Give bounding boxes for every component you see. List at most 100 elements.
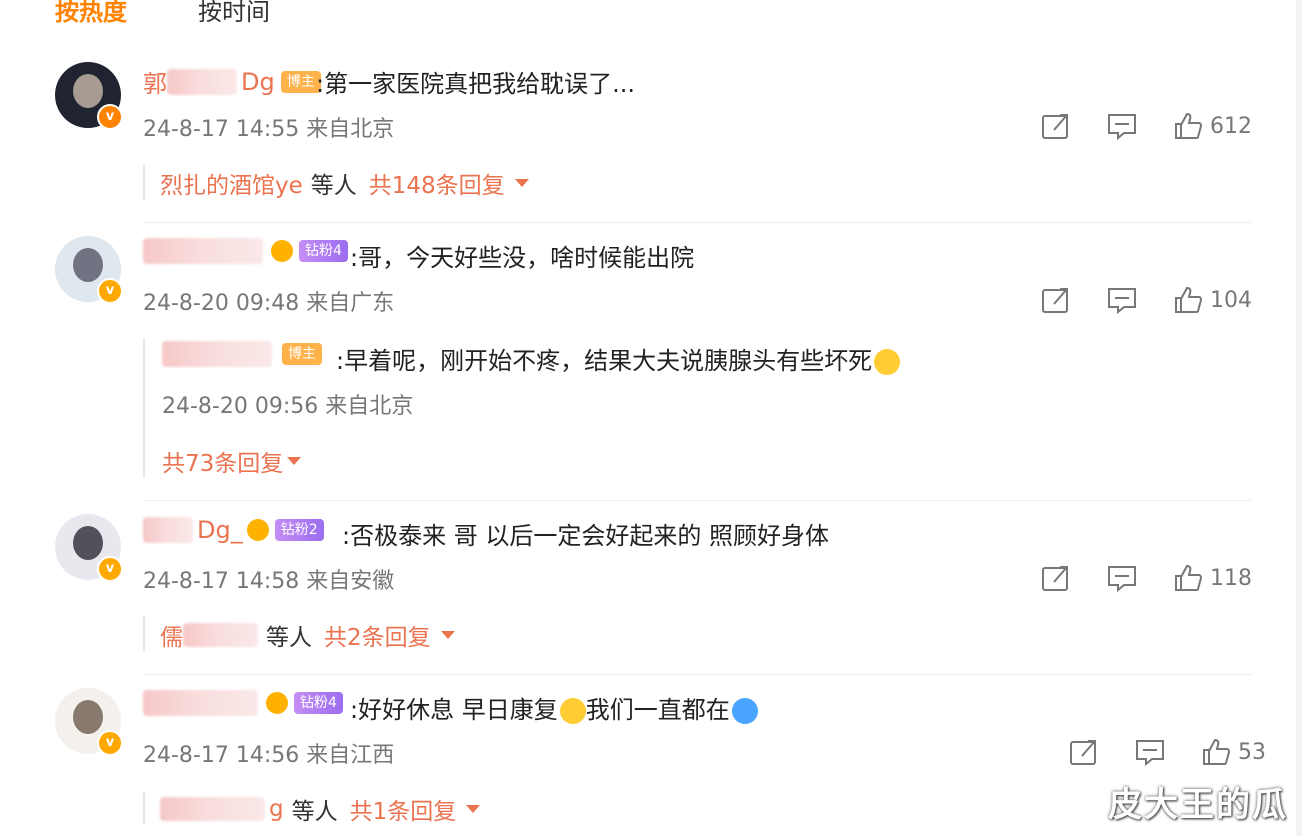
tab-time[interactable]: 按时间 xyxy=(198,0,270,27)
avatar-face xyxy=(73,248,103,282)
like-count: 53 xyxy=(1238,739,1266,765)
tab-hot[interactable]: 按热度 xyxy=(55,0,127,27)
divider xyxy=(143,500,1252,501)
share-button[interactable] xyxy=(1040,563,1072,593)
chevron-down-icon xyxy=(466,805,481,813)
reply-thread-bar xyxy=(143,791,145,825)
comment-actions: 612 xyxy=(1040,111,1252,141)
comment-time: 24-8-20 09:48 xyxy=(143,291,300,316)
like-button[interactable]: 104 xyxy=(1172,285,1252,315)
host-badge: 博主 xyxy=(280,70,321,93)
sub-reply-text: :早着呢，刚开始不疼，结果大夫说胰腺头有些坏死 xyxy=(336,341,901,376)
username[interactable]: 郭 Dg 博主 xyxy=(143,64,325,99)
username-redaction xyxy=(143,690,258,716)
crown-icon xyxy=(271,240,293,262)
emoji-icon xyxy=(874,349,901,375)
comment-icon xyxy=(1136,740,1164,767)
sub-reply-meta: 24-8-20 09:56 来自北京 xyxy=(162,388,413,420)
avatar-face xyxy=(73,526,103,560)
thumb-up-icon xyxy=(1175,112,1203,139)
reply-user[interactable]: 烈扎的酒馆ye xyxy=(160,166,303,200)
comment-icon xyxy=(1108,288,1136,315)
reply-summary[interactable]: 烈扎的酒馆ye 等人 共148条回复 xyxy=(160,166,529,200)
fan-badge: 钻粉4 xyxy=(299,240,348,262)
reply-count[interactable]: 共148条回复 xyxy=(369,166,505,200)
username-redaction xyxy=(143,238,263,264)
chevron-down-icon xyxy=(287,457,302,465)
comment-meta: 24-8-17 14:56 来自江西 xyxy=(143,737,394,769)
reply-count[interactable]: 共1条回复 xyxy=(350,792,457,826)
reply-etc: 等人 xyxy=(266,625,312,651)
verified-icon: v xyxy=(97,730,123,756)
comment-icon xyxy=(1108,566,1136,593)
reply-button[interactable] xyxy=(1106,111,1138,141)
verified-icon: v xyxy=(97,278,123,304)
reply-thread-bar xyxy=(143,165,145,199)
reply-summary[interactable]: 儒 等人 共2条回复 xyxy=(160,618,455,652)
like-button[interactable]: 612 xyxy=(1172,111,1252,141)
comment-actions: 118 xyxy=(1040,563,1252,593)
share-button[interactable] xyxy=(1040,285,1072,315)
avatar[interactable]: v xyxy=(55,688,123,756)
username[interactable]: Dg_ 钻粉2 xyxy=(143,516,328,544)
username-prefix: 郭 xyxy=(143,70,167,98)
share-icon xyxy=(1042,566,1068,591)
reply-button[interactable] xyxy=(1106,285,1138,315)
reply-etc: 等人 xyxy=(291,799,338,825)
comment-text: :否极泰来 哥 以后一定会好起来的 照顾好身体 xyxy=(342,522,829,550)
comment-time: 24-8-17 14:58 xyxy=(143,569,300,594)
comment-text-part: :好好休息 早日康复 xyxy=(350,696,558,724)
username[interactable]: 钻粉4 xyxy=(143,238,352,264)
reply-summary[interactable]: g 等人 共1条回复 xyxy=(160,792,481,826)
share-button[interactable] xyxy=(1040,111,1072,141)
reply-thread-bar xyxy=(143,617,145,651)
sub-reply-username[interactable]: 博主 xyxy=(162,341,326,367)
like-count: 612 xyxy=(1210,113,1252,139)
comment-meta: 24-8-17 14:55 来自北京 xyxy=(143,111,394,143)
hug-emoji-icon xyxy=(731,698,758,724)
like-button[interactable]: 118 xyxy=(1172,563,1252,593)
username-redaction xyxy=(162,341,272,367)
comment-icon xyxy=(1108,114,1136,141)
scroll-edge xyxy=(1296,0,1302,836)
share-icon xyxy=(1070,740,1096,765)
share-icon xyxy=(1042,288,1068,313)
crown-icon xyxy=(266,692,288,714)
like-count: 104 xyxy=(1210,287,1252,313)
verified-icon: v xyxy=(97,556,123,582)
comment-actions: 104 xyxy=(1040,285,1252,315)
like-button[interactable]: 53 xyxy=(1200,737,1266,767)
comment-location: 来自北京 xyxy=(306,117,395,142)
thumb-up-icon xyxy=(1175,564,1203,591)
reply-thread-bar xyxy=(143,338,145,478)
reply-button[interactable] xyxy=(1106,563,1138,593)
reply-etc: 等人 xyxy=(310,173,357,199)
comment-time: 24-8-17 14:55 xyxy=(143,117,300,142)
reply-user[interactable]: g xyxy=(269,796,284,822)
reply-count[interactable]: 共2条回复 xyxy=(324,618,431,652)
comment-actions: 53 xyxy=(1068,737,1266,767)
comment-meta: 24-8-17 14:58 来自安徽 xyxy=(143,563,394,595)
divider xyxy=(143,222,1252,223)
like-count: 118 xyxy=(1210,565,1252,591)
username[interactable]: 钻粉4 xyxy=(143,690,347,716)
comment-text: :好好休息 早日康复 我们一直都在 xyxy=(350,690,758,725)
reply-count[interactable]: 共73条回复 xyxy=(162,444,283,478)
reply-button[interactable] xyxy=(1134,737,1166,767)
sub-reply-content: :早着呢，刚开始不疼，结果大夫说胰腺头有些坏死 xyxy=(336,347,873,375)
username-redaction xyxy=(183,623,258,647)
avatar-face xyxy=(73,74,103,108)
share-icon xyxy=(1042,114,1068,139)
comment-text: :哥，今天好些没，啥时候能出院 xyxy=(350,244,695,272)
share-button[interactable] xyxy=(1068,737,1100,767)
thumb-up-icon xyxy=(1175,286,1203,313)
reply-summary[interactable]: 共73条回复 xyxy=(162,444,302,478)
avatar[interactable]: v xyxy=(55,62,123,130)
reply-user[interactable]: 儒 xyxy=(160,618,183,652)
avatar-face xyxy=(73,700,103,734)
avatar[interactable]: v xyxy=(55,514,123,582)
comment-location: 来自安徽 xyxy=(306,569,395,594)
divider xyxy=(143,674,1252,675)
avatar[interactable]: v xyxy=(55,236,123,304)
comment-location: 来自广东 xyxy=(306,291,395,316)
